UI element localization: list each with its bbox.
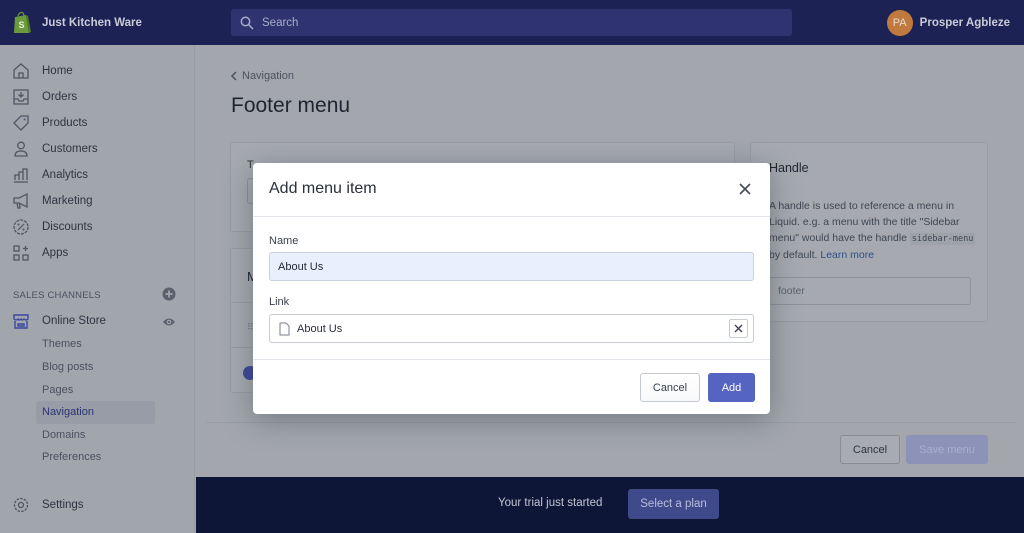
link-value: About Us	[297, 323, 343, 335]
sidebar-subitem-preferences[interactable]: Preferences	[42, 451, 101, 463]
handle-desc-text: by default.	[769, 249, 821, 261]
user-name: Prosper Agbleze	[919, 17, 1010, 29]
breadcrumb-label: Navigation	[242, 70, 294, 82]
handle-code: sidebar-menu	[909, 233, 976, 245]
handle-title: Handle	[769, 161, 809, 175]
handle-card: Handle A handle is used to reference a m…	[750, 142, 988, 322]
sidebar-item-analytics[interactable]: Analytics	[0, 162, 195, 188]
sidebar-subitem-domains[interactable]: Domains	[42, 429, 85, 441]
home-icon	[13, 63, 29, 79]
sidebar-item-discounts[interactable]: Discounts	[0, 214, 195, 240]
sidebar-subitem-themes[interactable]: Themes	[42, 338, 82, 350]
shopify-logo-icon: S	[14, 11, 31, 33]
learn-more-link[interactable]: Learn more	[820, 249, 874, 261]
sidebar-item-customers[interactable]: Customers	[0, 136, 195, 162]
sales-channels-heading: SALES CHANNELS	[13, 290, 101, 301]
person-icon	[14, 141, 28, 157]
sidebar-item-products[interactable]: Products	[0, 110, 195, 136]
clear-link-button[interactable]	[729, 319, 748, 338]
sidebar-item-orders[interactable]: Orders	[0, 84, 195, 110]
search-icon	[240, 16, 254, 30]
search-input[interactable]: Search	[231, 9, 792, 36]
sidebar-subitem-navigation[interactable]: Navigation	[42, 406, 94, 418]
store-brand[interactable]: S Just Kitchen Ware	[0, 11, 195, 35]
save-menu-button[interactable]: Save menu	[906, 435, 988, 464]
sidebar: Home Orders Products Customers Analytics…	[0, 45, 195, 533]
add-sales-channel-icon[interactable]	[162, 287, 176, 301]
sidebar-item-settings[interactable]: Settings	[0, 492, 195, 518]
gear-icon	[13, 497, 29, 513]
name-label: Name	[269, 235, 299, 247]
orders-icon	[13, 89, 29, 105]
sidebar-item-label: Home	[42, 65, 73, 77]
cancel-button[interactable]: Cancel	[840, 435, 900, 464]
modal-title: Add menu item	[269, 180, 377, 197]
close-icon	[734, 324, 743, 333]
store-name: Just Kitchen Ware	[42, 16, 142, 29]
eye-icon[interactable]	[162, 315, 176, 329]
sidebar-item-label: Discounts	[42, 221, 93, 233]
sidebar-item-label: Online Store	[42, 315, 106, 327]
sidebar-item-marketing[interactable]: Marketing	[0, 188, 195, 214]
handle-description: A handle is used to reference a menu in …	[769, 198, 979, 263]
divider	[206, 422, 1016, 423]
link-label: Link	[269, 296, 290, 308]
add-menu-item-modal: Add menu item Name Link About Us Cancel …	[253, 163, 770, 414]
add-button[interactable]: Add	[708, 373, 755, 402]
user-menu[interactable]: PA Prosper Agbleze	[886, 10, 1010, 36]
trial-text: Your trial just started	[498, 497, 603, 509]
breadcrumb[interactable]: Navigation	[230, 70, 294, 82]
name-input[interactable]	[269, 252, 754, 281]
cancel-button[interactable]: Cancel	[640, 373, 700, 402]
sidebar-item-label: Settings	[42, 499, 84, 511]
store-icon	[13, 314, 29, 329]
sidebar-item-label: Orders	[42, 91, 78, 103]
top-bar: S Just Kitchen Ware Search PA Prosper Ag…	[0, 0, 1024, 45]
handle-input[interactable]: footer	[769, 277, 971, 305]
sidebar-item-label: Apps	[42, 247, 69, 259]
chevron-left-icon	[230, 71, 237, 81]
discount-icon	[13, 219, 29, 235]
tag-icon	[13, 115, 29, 131]
divider	[253, 216, 770, 217]
sidebar-subitem-pages[interactable]: Pages	[42, 384, 73, 396]
page-icon	[279, 322, 290, 336]
sidebar-item-label: Products	[42, 117, 88, 129]
avatar: PA	[886, 10, 913, 36]
page-title: Footer menu	[231, 94, 351, 117]
megaphone-icon	[13, 192, 28, 209]
sidebar-item-label: Marketing	[42, 195, 93, 207]
bar-chart-icon	[14, 168, 28, 183]
divider	[253, 359, 770, 360]
link-field[interactable]: About Us	[269, 314, 754, 343]
svg-text:S: S	[19, 20, 25, 30]
sidebar-item-home[interactable]: Home	[0, 58, 195, 84]
apps-icon	[13, 245, 29, 261]
sidebar-item-label: Customers	[42, 143, 98, 155]
sidebar-item-apps[interactable]: Apps	[0, 240, 195, 266]
sidebar-subitem-blog-posts[interactable]: Blog posts	[42, 361, 93, 373]
sidebar-item-label: Analytics	[42, 169, 89, 181]
trial-bar: Your trial just started Select a plan	[196, 477, 1024, 533]
select-plan-button[interactable]: Select a plan	[628, 489, 719, 519]
search-placeholder: Search	[262, 16, 299, 29]
close-icon[interactable]	[737, 181, 753, 197]
